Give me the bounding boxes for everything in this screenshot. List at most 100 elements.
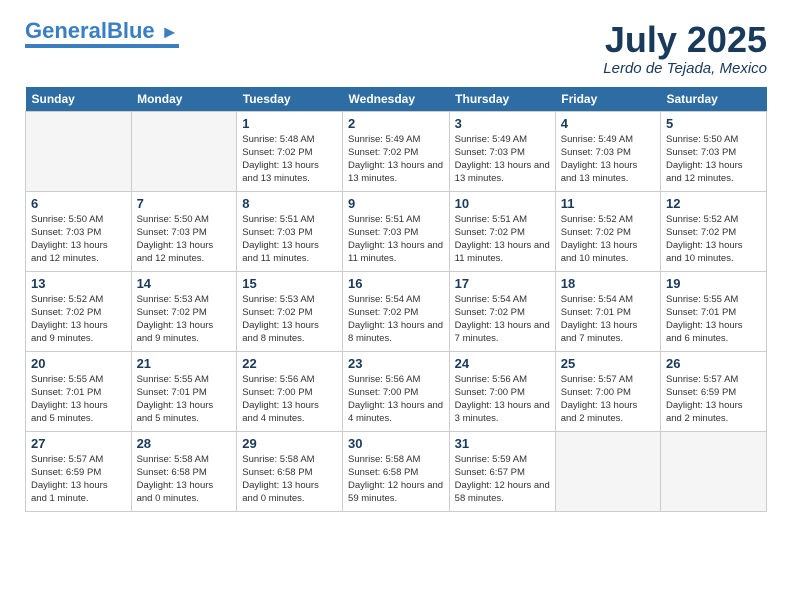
day-number: 14 bbox=[137, 276, 232, 291]
day-info: Sunrise: 5:56 AMSunset: 7:00 PMDaylight:… bbox=[348, 373, 444, 426]
location-text: Lerdo de Tejada, Mexico bbox=[603, 60, 767, 77]
day-info: Sunrise: 5:52 AMSunset: 7:02 PMDaylight:… bbox=[561, 213, 655, 266]
calendar-cell: 8Sunrise: 5:51 AMSunset: 7:03 PMDaylight… bbox=[237, 191, 343, 271]
calendar-table: SundayMondayTuesdayWednesdayThursdayFrid… bbox=[25, 87, 767, 512]
day-number: 16 bbox=[348, 276, 444, 291]
day-header-friday: Friday bbox=[555, 87, 660, 112]
calendar-cell: 17Sunrise: 5:54 AMSunset: 7:02 PMDayligh… bbox=[449, 271, 555, 351]
calendar-cell: 5 Sunrise: 5:50 AMSunset: 7:03 PMDaylight… bbox=[660, 111, 766, 191]
day-info: Sunrise: 5:59 AMSunset: 6:57 PMDaylight:… bbox=[455, 453, 550, 506]
day-number: 3 bbox=[455, 116, 550, 131]
day-number: 6 bbox=[31, 196, 126, 211]
calendar-cell: 22Sunrise: 5:56 AMSunset: 7:00 PMDayligh… bbox=[237, 351, 343, 431]
logo-arrow-icon: ► bbox=[161, 22, 179, 42]
day-info: Sunrise: 5:55 AMSunset: 7:01 PMDaylight:… bbox=[137, 373, 232, 426]
calendar-cell: 15 Sunrise: 5:53 AMSunset: 7:02 PMDayligh… bbox=[237, 271, 343, 351]
calendar-cell: 6 Sunrise: 5:50 AMSunset: 7:03 PMDaylight… bbox=[26, 191, 132, 271]
logo-bar bbox=[25, 44, 179, 48]
day-info: Sunrise: 5:52 AMSunset: 7:02 PMDaylight:… bbox=[666, 213, 761, 266]
day-info: Sunrise: 5:48 AMSunset: 7:02 PMDaylight:… bbox=[242, 133, 337, 186]
day-info: Sunrise: 5:51 AMSunset: 7:03 PMDaylight:… bbox=[242, 213, 337, 266]
week-row-3: 13Sunrise: 5:52 AMSunset: 7:02 PMDayligh… bbox=[26, 271, 767, 351]
calendar-cell bbox=[660, 431, 766, 511]
calendar-cell: 19 Sunrise: 5:55 AMSunset: 7:01 PMDayligh… bbox=[660, 271, 766, 351]
week-row-4: 20 Sunrise: 5:55 AMSunset: 7:01 PMDayligh… bbox=[26, 351, 767, 431]
calendar-cell: 12Sunrise: 5:52 AMSunset: 7:02 PMDayligh… bbox=[660, 191, 766, 271]
day-number: 22 bbox=[242, 356, 337, 371]
day-number: 13 bbox=[31, 276, 126, 291]
calendar-cell: 30 Sunrise: 5:58 AMSunset: 6:58 PMDayligh… bbox=[343, 431, 450, 511]
day-number: 24 bbox=[455, 356, 550, 371]
page-header: GeneralBlue ► July 2025 Lerdo de Tejada,… bbox=[25, 20, 767, 77]
logo-text: GeneralBlue ► bbox=[25, 20, 179, 42]
calendar-cell: 28 Sunrise: 5:58 AMSunset: 6:58 PMDayligh… bbox=[131, 431, 237, 511]
day-header-saturday: Saturday bbox=[660, 87, 766, 112]
day-info: Sunrise: 5:57 AMSunset: 6:59 PMDaylight:… bbox=[31, 453, 126, 506]
day-number: 18 bbox=[561, 276, 655, 291]
day-number: 10 bbox=[455, 196, 550, 211]
day-number: 23 bbox=[348, 356, 444, 371]
day-info: Sunrise: 5:50 AMSunset: 7:03 PMDaylight:… bbox=[666, 133, 761, 186]
day-info: Sunrise: 5:55 AMSunset: 7:01 PMDaylight:… bbox=[666, 293, 761, 346]
calendar-cell: 20 Sunrise: 5:55 AMSunset: 7:01 PMDayligh… bbox=[26, 351, 132, 431]
day-number: 4 bbox=[561, 116, 655, 131]
day-info: Sunrise: 5:57 AMSunset: 7:00 PMDaylight:… bbox=[561, 373, 655, 426]
calendar-cell: 16Sunrise: 5:54 AMSunset: 7:02 PMDayligh… bbox=[343, 271, 450, 351]
calendar-cell: 13Sunrise: 5:52 AMSunset: 7:02 PMDayligh… bbox=[26, 271, 132, 351]
day-number: 30 bbox=[348, 436, 444, 451]
day-header-sunday: Sunday bbox=[26, 87, 132, 112]
logo: GeneralBlue ► bbox=[25, 20, 179, 48]
day-info: Sunrise: 5:56 AMSunset: 7:00 PMDaylight:… bbox=[455, 373, 550, 426]
day-number: 20 bbox=[31, 356, 126, 371]
calendar-cell: 9Sunrise: 5:51 AMSunset: 7:03 PMDaylight… bbox=[343, 191, 450, 271]
day-header-monday: Monday bbox=[131, 87, 237, 112]
day-header-wednesday: Wednesday bbox=[343, 87, 450, 112]
day-info: Sunrise: 5:58 AMSunset: 6:58 PMDaylight:… bbox=[348, 453, 444, 506]
calendar-cell: 1 Sunrise: 5:48 AMSunset: 7:02 PMDaylight… bbox=[237, 111, 343, 191]
day-number: 21 bbox=[137, 356, 232, 371]
calendar-cell: 7Sunrise: 5:50 AMSunset: 7:03 PMDaylight… bbox=[131, 191, 237, 271]
day-number: 1 bbox=[242, 116, 337, 131]
calendar-cell: 25Sunrise: 5:57 AMSunset: 7:00 PMDayligh… bbox=[555, 351, 660, 431]
day-header-thursday: Thursday bbox=[449, 87, 555, 112]
day-info: Sunrise: 5:50 AMSunset: 7:03 PMDaylight:… bbox=[137, 213, 232, 266]
calendar-cell: 27 Sunrise: 5:57 AMSunset: 6:59 PMDayligh… bbox=[26, 431, 132, 511]
day-info: Sunrise: 5:49 AMSunset: 7:03 PMDaylight:… bbox=[561, 133, 655, 186]
calendar-cell: 2 Sunrise: 5:49 AMSunset: 7:02 PMDaylight… bbox=[343, 111, 450, 191]
header-row: SundayMondayTuesdayWednesdayThursdayFrid… bbox=[26, 87, 767, 112]
day-number: 9 bbox=[348, 196, 444, 211]
day-info: Sunrise: 5:57 AMSunset: 6:59 PMDaylight:… bbox=[666, 373, 761, 426]
calendar-cell: 23 Sunrise: 5:56 AMSunset: 7:00 PMDayligh… bbox=[343, 351, 450, 431]
day-number: 5 bbox=[666, 116, 761, 131]
week-row-2: 6 Sunrise: 5:50 AMSunset: 7:03 PMDaylight… bbox=[26, 191, 767, 271]
day-number: 27 bbox=[31, 436, 126, 451]
calendar-cell: 26Sunrise: 5:57 AMSunset: 6:59 PMDayligh… bbox=[660, 351, 766, 431]
calendar-cell bbox=[131, 111, 237, 191]
day-number: 19 bbox=[666, 276, 761, 291]
day-number: 28 bbox=[137, 436, 232, 451]
day-number: 2 bbox=[348, 116, 444, 131]
day-info: Sunrise: 5:58 AMSunset: 6:58 PMDaylight:… bbox=[242, 453, 337, 506]
calendar-cell: 18 Sunrise: 5:54 AMSunset: 7:01 PMDayligh… bbox=[555, 271, 660, 351]
logo-blue: Blue bbox=[107, 18, 155, 43]
day-info: Sunrise: 5:53 AMSunset: 7:02 PMDaylight:… bbox=[137, 293, 232, 346]
day-info: Sunrise: 5:53 AMSunset: 7:02 PMDaylight:… bbox=[242, 293, 337, 346]
day-info: Sunrise: 5:50 AMSunset: 7:03 PMDaylight:… bbox=[31, 213, 126, 266]
day-info: Sunrise: 5:58 AMSunset: 6:58 PMDaylight:… bbox=[137, 453, 232, 506]
day-info: Sunrise: 5:54 AMSunset: 7:01 PMDaylight:… bbox=[561, 293, 655, 346]
calendar-cell: 10 Sunrise: 5:51 AMSunset: 7:02 PMDayligh… bbox=[449, 191, 555, 271]
day-info: Sunrise: 5:51 AMSunset: 7:02 PMDaylight:… bbox=[455, 213, 550, 266]
calendar-cell bbox=[26, 111, 132, 191]
calendar-cell bbox=[555, 431, 660, 511]
calendar-cell: 24 Sunrise: 5:56 AMSunset: 7:00 PMDayligh… bbox=[449, 351, 555, 431]
day-info: Sunrise: 5:55 AMSunset: 7:01 PMDaylight:… bbox=[31, 373, 126, 426]
day-number: 15 bbox=[242, 276, 337, 291]
day-number: 11 bbox=[561, 196, 655, 211]
day-info: Sunrise: 5:49 AMSunset: 7:02 PMDaylight:… bbox=[348, 133, 444, 186]
day-number: 29 bbox=[242, 436, 337, 451]
title-section: July 2025 Lerdo de Tejada, Mexico bbox=[603, 20, 767, 77]
logo-general: General bbox=[25, 18, 107, 43]
calendar-cell: 11 Sunrise: 5:52 AMSunset: 7:02 PMDayligh… bbox=[555, 191, 660, 271]
calendar-cell: 21 Sunrise: 5:55 AMSunset: 7:01 PMDayligh… bbox=[131, 351, 237, 431]
day-number: 17 bbox=[455, 276, 550, 291]
